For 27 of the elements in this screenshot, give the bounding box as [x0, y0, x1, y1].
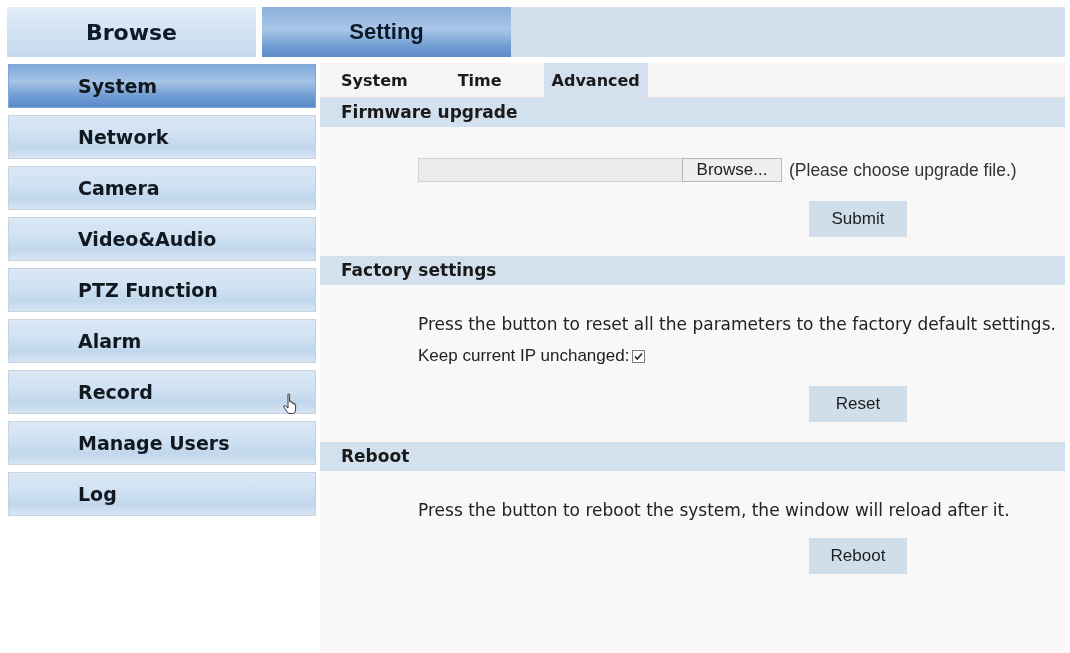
action-button[interactable]: Reboot [809, 538, 907, 574]
description-text: Press the button to reboot the system, the window will reload after it. [418, 500, 1011, 520]
upload-hint: (Please choose upgrade file.) [789, 159, 1017, 181]
sidebar-item[interactable]: Video&Audio [8, 217, 316, 261]
sidebar-item[interactable]: System [8, 64, 316, 108]
action-button[interactable]: Reset [809, 386, 907, 422]
sub-tab[interactable]: Advanced [543, 63, 648, 97]
sidebar-item[interactable]: Network [8, 115, 316, 159]
top-tab[interactable]: Browse [7, 7, 256, 57]
file-path-field[interactable] [418, 158, 682, 182]
sidebar-item[interactable]: PTZ Function [8, 268, 316, 312]
section-header: Reboot [320, 442, 1065, 471]
sub-tab[interactable]: System [333, 63, 416, 97]
section-header: Factory settings [320, 256, 1065, 285]
checkbox[interactable] [632, 349, 646, 363]
checkbox-label: Keep current IP unchanged: [418, 346, 630, 366]
browse-button[interactable]: Browse... [682, 158, 782, 182]
sidebar-item[interactable]: Alarm [8, 319, 316, 363]
sub-tab[interactable]: Time [449, 63, 510, 97]
sidebar-item[interactable]: Log [8, 472, 316, 516]
sidebar-item[interactable]: Manage Users [8, 421, 316, 465]
sidebar-item[interactable]: Camera [8, 166, 316, 210]
submit-button[interactable]: Submit [809, 201, 907, 237]
section-header: Firmware upgrade [320, 98, 1065, 127]
description-text: Press the button to reset all the parameters to the factory default settings. [418, 314, 1057, 334]
sidebar-item[interactable]: Record [8, 370, 316, 414]
top-tab[interactable]: Setting [262, 7, 511, 57]
